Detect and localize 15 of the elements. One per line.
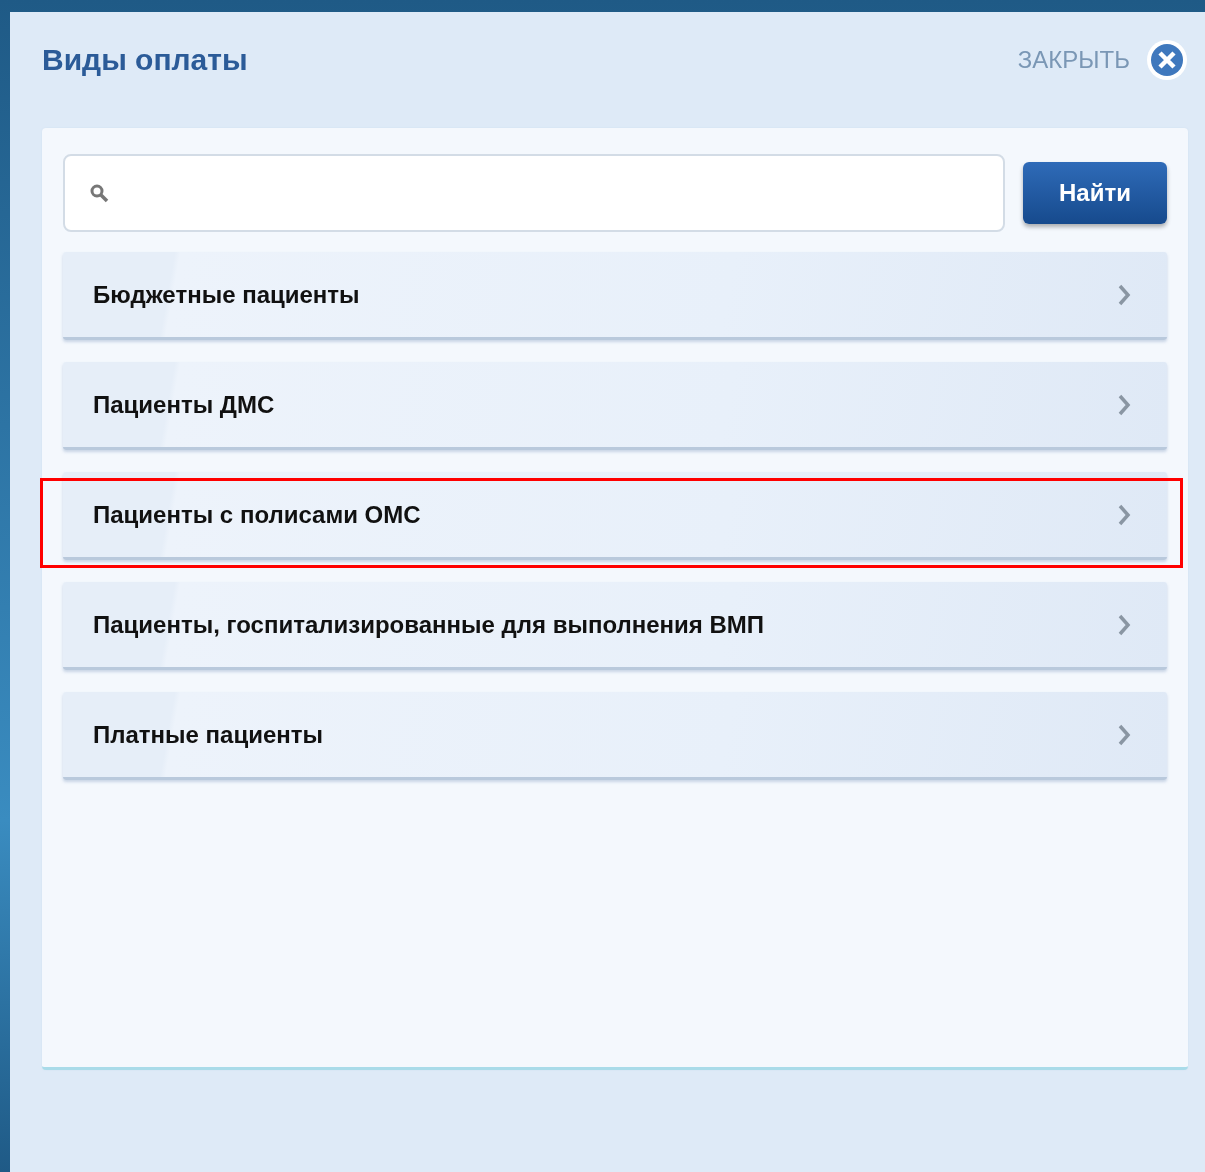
list-item[interactable]: Пациенты с полисами ОМС [63,472,1167,560]
search-icon [89,183,109,203]
list-item[interactable]: Пациенты, госпитализированные для выполнения ВМП [63,582,1167,670]
search-field[interactable] [63,154,1005,232]
list-item[interactable]: Платные пациенты [63,692,1167,780]
chevron-right-icon [1117,502,1131,527]
chevron-right-icon [1117,612,1131,637]
search-button[interactable]: Найти [1023,162,1167,224]
list-item[interactable]: Бюджетные пациенты [63,252,1167,340]
close-icon [1146,39,1188,81]
chevron-right-icon [1117,392,1131,417]
chevron-right-icon [1117,282,1131,307]
list-item[interactable]: Пациенты ДМС [63,362,1167,450]
chevron-right-icon [1117,722,1131,747]
dialog-title: Виды оплаты [42,43,248,77]
